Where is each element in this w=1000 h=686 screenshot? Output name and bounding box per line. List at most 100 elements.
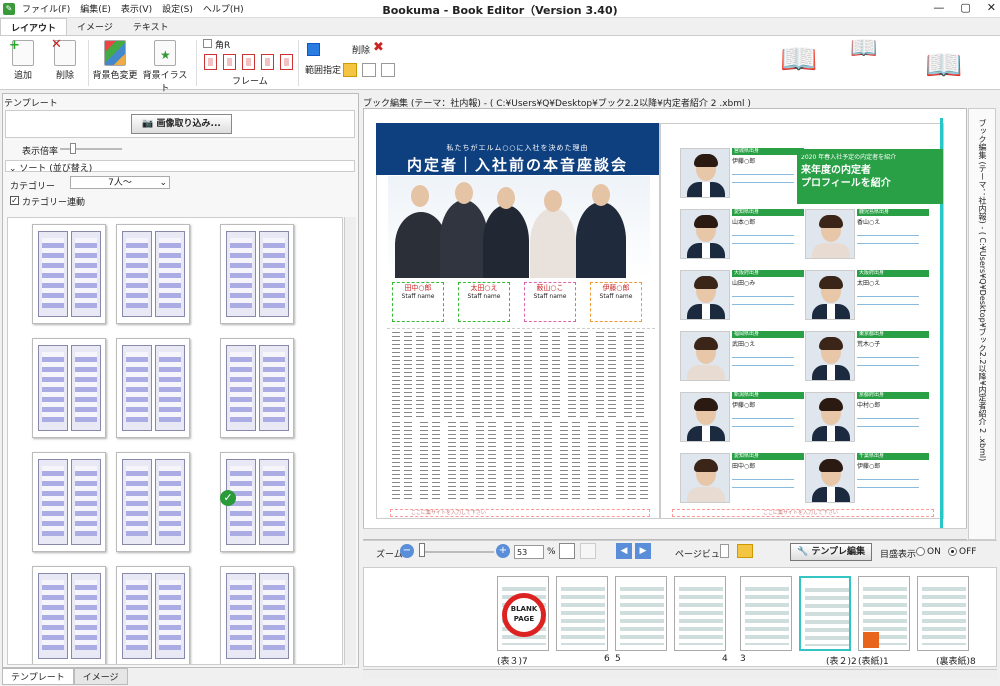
template-thumbnail[interactable] (220, 566, 294, 664)
page-thumbnail[interactable] (917, 576, 969, 651)
grid-off-radio[interactable] (948, 547, 957, 556)
range-delete-icon[interactable]: ✖ (373, 40, 384, 55)
bgillust-button[interactable]: ★ 背景イラスト (140, 40, 190, 94)
template-thumbnail[interactable] (116, 338, 190, 438)
profile-card[interactable]: 京都府出身 中村○郎 (805, 392, 929, 446)
page-thumbnail[interactable] (674, 576, 726, 651)
intro-box[interactable]: 2020 年春入社予定の内定者を紹介 来年度の内定者 プロフィールを紹介 (797, 149, 943, 204)
zoom-label: 表示倍率 (22, 147, 59, 157)
text-column (532, 422, 540, 502)
page-thumbnail[interactable] (858, 576, 910, 651)
profile-card[interactable]: 東京都出身 荒木○子 (805, 331, 929, 385)
text-column (392, 332, 400, 418)
range-color-swatch[interactable] (307, 43, 320, 56)
page-strip-scrollbar[interactable] (363, 669, 997, 679)
frame-style-4[interactable] (261, 54, 274, 70)
tab-layout[interactable]: レイアウト (0, 18, 68, 36)
ribbon-tabs: レイアウト イメージ テキスト (0, 18, 1000, 36)
page-thumbnail-current[interactable] (799, 576, 851, 651)
right-footer-field[interactable]: ここに集サイトを入力して下さい (672, 509, 934, 517)
delete-page-icon: ✕ (51, 37, 76, 66)
editor-hscrollbar[interactable] (363, 528, 967, 539)
minimize-button[interactable]: — (933, 1, 944, 14)
fit-width-icon[interactable] (580, 543, 596, 559)
left-footer-field[interactable]: ここに集サイトを入力して下さい (390, 509, 650, 517)
grid-on-radio[interactable] (916, 547, 925, 556)
bgcolor-button[interactable]: 背景色変更 (92, 40, 138, 81)
single-page-icon[interactable] (720, 544, 729, 558)
profile-card[interactable]: 宮城県出身 伊藤○郎 (680, 148, 804, 202)
name-box[interactable]: 太田○え Staff name (458, 282, 510, 322)
template-thumbnail[interactable] (116, 566, 190, 664)
add-button[interactable]: + 追加 (8, 38, 38, 81)
tab-template[interactable]: テンプレート (2, 668, 74, 685)
template-thumbnail[interactable] (32, 224, 106, 324)
text-column (496, 332, 504, 418)
next-page-icon[interactable]: ▶ (635, 543, 651, 559)
frame-style-5[interactable] (280, 54, 293, 70)
template-thumbnail[interactable] (32, 338, 106, 438)
name-box[interactable]: 伊藤○郎 Staff name (590, 282, 642, 322)
intro-line-3: プロフィールを紹介 (801, 178, 891, 189)
page-thumbnail[interactable] (556, 576, 608, 651)
menu-view[interactable]: 表示(V) (121, 2, 152, 15)
template-scrollbar[interactable] (344, 217, 356, 665)
menu-settings[interactable]: 設定(S) (162, 2, 193, 15)
name-box[interactable]: 薮山○こ Staff name (524, 282, 576, 322)
zoom-out-icon[interactable]: − (400, 544, 414, 558)
person-figure (483, 205, 529, 278)
page-thumbnail[interactable] (615, 576, 667, 651)
prev-page-icon[interactable]: ◀ (616, 543, 632, 559)
template-thumbnail[interactable] (32, 452, 106, 552)
tab-image-list[interactable]: イメージ (73, 668, 128, 685)
range-mode-2-icon[interactable] (362, 63, 376, 77)
template-thumbnail[interactable] (220, 224, 294, 324)
profile-card[interactable]: 愛知県出身 田中○郎 (680, 453, 804, 507)
frame-style-1[interactable] (204, 54, 217, 70)
template-thumbnail[interactable] (116, 224, 190, 324)
zoom-in-icon[interactable]: + (496, 544, 510, 558)
zoom-value-input[interactable]: 53 (514, 545, 544, 559)
category-link-checkbox[interactable]: ✓ (10, 196, 19, 205)
template-thumbnail[interactable] (220, 338, 294, 438)
grid-on-label: ON (927, 547, 941, 557)
spread-page-icon[interactable] (737, 544, 753, 558)
corner-checkbox[interactable] (203, 39, 212, 48)
add-label: 追加 (13, 71, 32, 81)
page-thumbnail[interactable] (740, 576, 792, 651)
frame-style-3[interactable] (242, 54, 255, 70)
category-select[interactable]: 7人～ ⌄ (70, 176, 170, 189)
editor-vertical-tab[interactable]: ブック編集 (テーマ：社内報) - ( C:¥Users¥Q¥Desktop¥ブ… (968, 108, 996, 540)
sort-header[interactable]: ⌄ ソート (並び替え) (5, 160, 355, 174)
menu-edit[interactable]: 編集(E) (80, 2, 111, 15)
range-mode-1-icon[interactable] (343, 63, 357, 77)
profile-card[interactable]: 大阪府出身 太田○え (805, 270, 929, 324)
profile-card[interactable]: 愛知県出身 山本○郎 (680, 209, 804, 263)
name-box[interactable]: 田中○郎 Staff name (392, 282, 444, 322)
template-thumbnail[interactable] (32, 566, 106, 664)
profile-card[interactable]: 千葉県出身 伊藤○郎 (805, 453, 929, 507)
tab-text[interactable]: テキスト (123, 18, 179, 36)
range-mode-3-icon[interactable] (381, 63, 395, 77)
template-edit-button[interactable]: 🔧 テンプレ編集 (790, 543, 872, 561)
menu-help[interactable]: ヘルプ(H) (203, 2, 244, 15)
zoom-slider-thumb[interactable] (419, 543, 425, 557)
profile-card[interactable]: 新潟県出身 伊藤○郎 (680, 392, 804, 446)
import-image-button[interactable]: 📷 画像取り込み... (131, 114, 232, 134)
frame-style-2[interactable] (223, 54, 236, 70)
template-thumbnail[interactable] (116, 452, 190, 552)
menu-file[interactable]: ファイル(F) (22, 2, 70, 15)
profile-card[interactable]: 福岡県出身 武田○え (680, 331, 804, 385)
tab-image[interactable]: イメージ (67, 18, 123, 36)
close-button[interactable]: ✕ (987, 1, 996, 14)
person-figure (530, 208, 576, 278)
fit-page-icon[interactable] (559, 543, 575, 559)
text-column (600, 422, 608, 502)
delete-page-button[interactable]: ✕ 削除 (50, 37, 80, 81)
zoom-slider[interactable] (419, 551, 494, 553)
profile-card[interactable]: 鹿児島県出身 香山○え (805, 209, 929, 263)
template-zoom-thumb[interactable] (70, 143, 76, 154)
maximize-button[interactable]: ▢ (960, 1, 970, 14)
profile-card[interactable]: 大阪府出身 山田○み (680, 270, 804, 324)
page-thumbnail-blank[interactable]: BLANK PAGE (497, 576, 549, 651)
